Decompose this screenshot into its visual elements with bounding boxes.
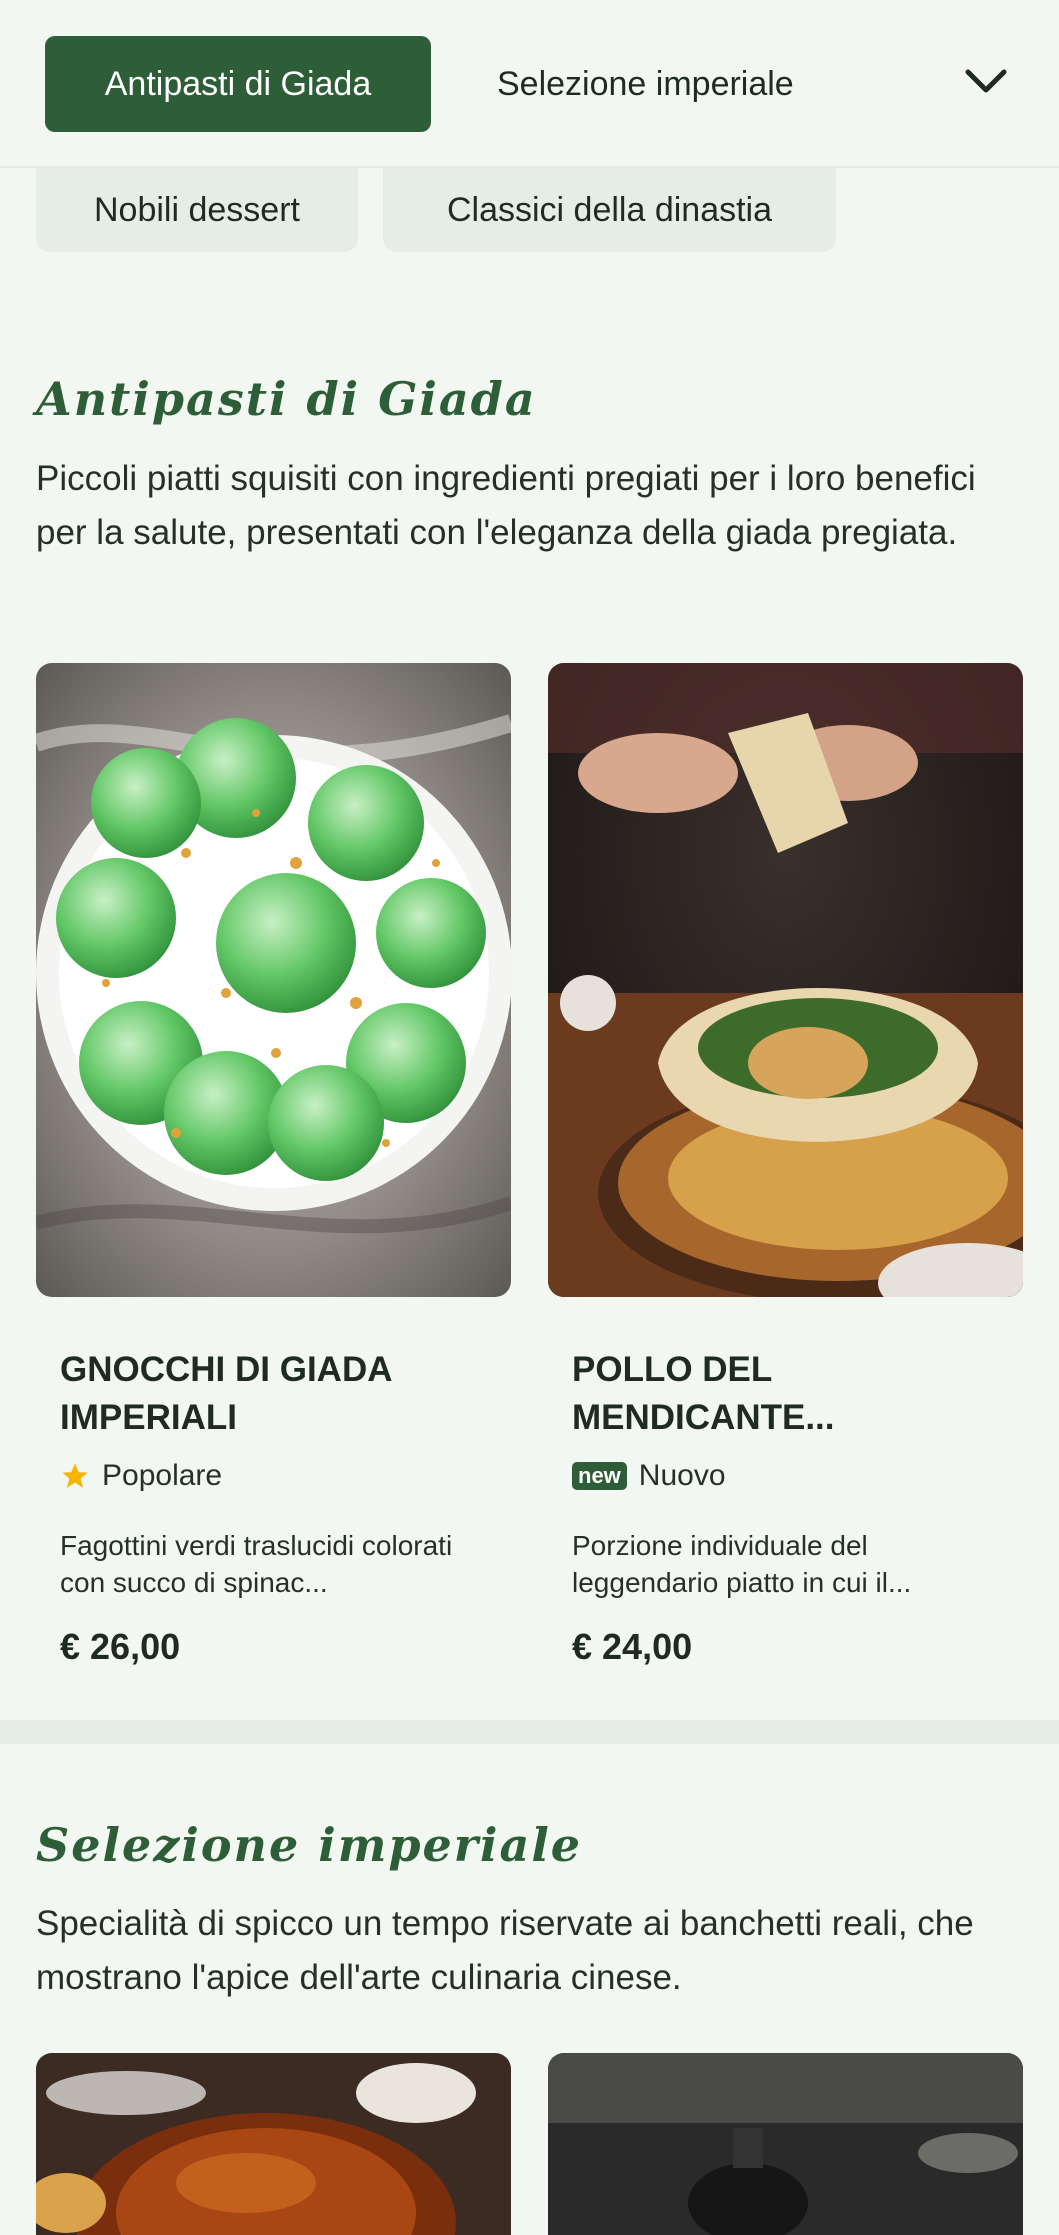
section-title-selezione: Selezione imperiale (36, 1818, 583, 1872)
item-name[interactable]: GNOCCHI DI GIADA IMPERIALI (60, 1346, 500, 1442)
section-title-antipasti: Antipasti di Giada (36, 372, 537, 426)
section-description-antipasti: Piccoli piatti squisiti con ingredienti … (36, 459, 976, 552)
section-description-selezione: Specialità di spicco un tempo riservate … (36, 1904, 974, 1997)
new-tag: new (572, 1462, 627, 1490)
section-divider (0, 1720, 1059, 1744)
item-description: Fagottini verdi traslucidi colorati con … (60, 1530, 453, 1598)
beggars-chicken-photo[interactable] (548, 663, 1023, 1297)
chip-classici-della-dinastia[interactable]: Classici della dinastia (383, 168, 836, 252)
dumplings-photo[interactable] (36, 663, 511, 1297)
new-badge: new Nuovo (572, 1456, 726, 1496)
star-icon (62, 1463, 88, 1488)
chip-nobili-dessert[interactable]: Nobili dessert (36, 168, 358, 252)
badge-label: Popolare (102, 1459, 223, 1492)
badge-label: Nuovo (638, 1459, 726, 1492)
chevron-down-icon[interactable] (962, 62, 1010, 102)
roast-duck-photo[interactable] (36, 2053, 511, 2235)
tab-selezione-imperiale[interactable]: Selezione imperiale (497, 60, 794, 108)
tab-antipasti-di-giada[interactable]: Antipasti di Giada (45, 36, 431, 132)
category-nav: Antipasti di Giada Selezione imperiale (0, 0, 1059, 168)
item-name[interactable]: POLLO DEL MENDICANTE... (572, 1346, 1012, 1442)
teapot-photo[interactable] (548, 2053, 1023, 2235)
item-description: Porzione individuale del leggendario pia… (572, 1530, 912, 1598)
item-price: € 26,00 (60, 1626, 181, 1667)
item-price: € 24,00 (572, 1626, 693, 1667)
popular-badge: Popolare (60, 1456, 222, 1496)
